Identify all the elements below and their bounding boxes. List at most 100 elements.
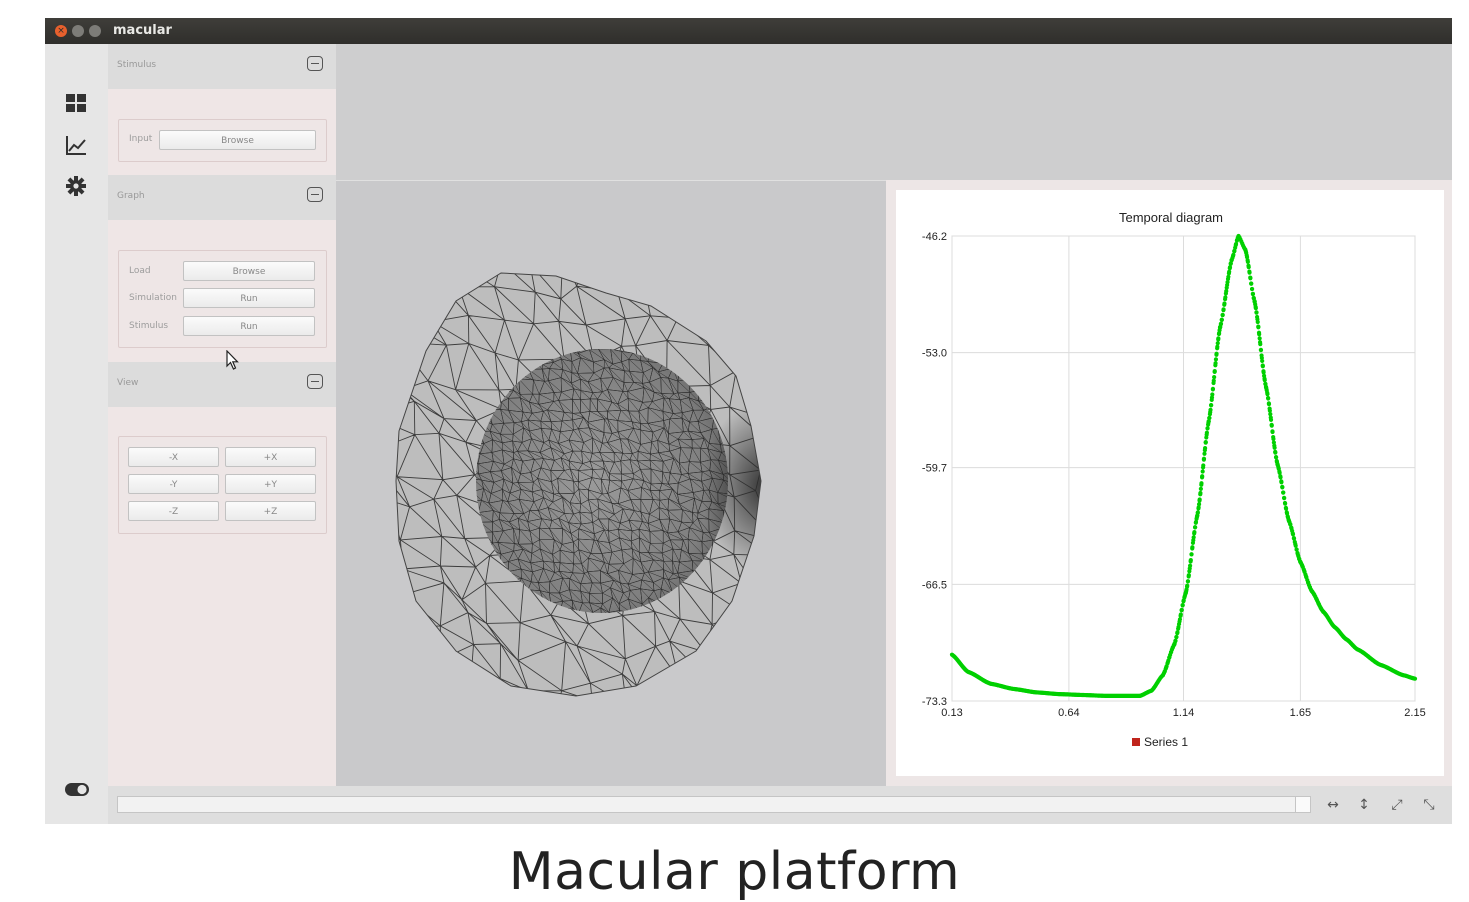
series-point <box>1185 579 1191 584</box>
x-tick-label: 0.64 <box>1058 707 1079 719</box>
series-point <box>1249 286 1255 292</box>
gear-icon[interactable] <box>65 175 87 197</box>
y-tick-label: -59.7 <box>922 463 947 475</box>
series-point <box>1312 592 1317 597</box>
series-point <box>1164 665 1169 670</box>
series-point <box>1202 451 1207 456</box>
graph-section-header[interactable]: Graph <box>108 175 336 220</box>
vertical-arrows-icon[interactable]: ↕ <box>1354 795 1374 815</box>
legend-marker <box>1132 738 1140 746</box>
series-point <box>1198 492 1203 497</box>
graph-collapse-icon[interactable] <box>307 187 323 202</box>
line-chart-icon[interactable] <box>65 134 87 156</box>
series-point <box>1230 254 1236 259</box>
view-section-header[interactable]: View <box>108 362 336 407</box>
series-point <box>1258 347 1264 352</box>
series-point <box>1250 291 1255 296</box>
series-point <box>1247 270 1252 275</box>
window-maximize-button[interactable] <box>89 25 101 37</box>
series-point <box>1278 474 1283 479</box>
progress-bar <box>117 796 1311 813</box>
stimulus-collapse-icon[interactable] <box>307 56 323 71</box>
dashboard-grid-icon[interactable] <box>65 92 87 114</box>
view-minus-z-button[interactable]: -Z <box>128 501 219 521</box>
series-point <box>1244 255 1250 260</box>
series-point <box>1273 454 1279 460</box>
load-browse-button[interactable]: Browse <box>183 261 315 281</box>
series-point <box>1226 274 1231 279</box>
y-tick-label: -46.2 <box>922 231 947 243</box>
series-point <box>1233 243 1238 248</box>
series-point <box>1272 445 1277 450</box>
series-point <box>1186 574 1191 579</box>
series-point <box>1260 364 1265 369</box>
expand-icon[interactable]: ⤢ <box>1387 795 1407 815</box>
mouse-cursor-icon <box>226 350 239 370</box>
series-point <box>1255 319 1260 325</box>
view-section-title: View <box>117 378 139 388</box>
series-point <box>1210 392 1215 397</box>
series-point <box>1225 280 1230 285</box>
chart-title: Temporal diagram <box>1119 210 1223 225</box>
retina-mesh-render[interactable] <box>336 181 886 787</box>
toggle-switch-icon[interactable] <box>64 778 90 800</box>
series-point <box>1168 650 1174 655</box>
view-minus-x-button[interactable]: -X <box>128 447 219 467</box>
stimulus-run-button[interactable]: Run <box>183 316 315 336</box>
series-point <box>1248 276 1253 281</box>
series-point <box>1212 369 1217 374</box>
stimulus-group: Input Browse <box>118 119 327 162</box>
app-window: × macular Stimulus Input Browse Graph Lo… <box>45 18 1452 824</box>
stimulus-section-title: Stimulus <box>117 60 157 70</box>
x-tick-label: 1.65 <box>1290 707 1311 719</box>
series-point <box>1216 336 1221 341</box>
window-minimize-button[interactable] <box>72 25 84 37</box>
series-point <box>1260 358 1265 364</box>
horizontal-arrows-icon[interactable]: ↔ <box>1323 795 1343 815</box>
series-point <box>1167 655 1172 660</box>
series-point <box>1227 265 1233 270</box>
view-collapse-icon[interactable] <box>307 374 323 389</box>
series-point <box>1196 506 1201 511</box>
slide-caption: Macular platform <box>508 842 961 902</box>
view-plus-y-button[interactable]: +Y <box>225 474 316 494</box>
series-point <box>1288 522 1293 527</box>
simulation-label: Simulation <box>129 293 177 303</box>
view-plus-x-button[interactable]: +X <box>225 447 316 467</box>
series-point <box>1193 525 1198 530</box>
window-close-button[interactable]: × <box>55 25 67 37</box>
series-point <box>1210 386 1216 391</box>
simulation-run-button[interactable]: Run <box>183 288 315 308</box>
series-point <box>1283 501 1288 506</box>
series-point <box>1213 357 1219 362</box>
series-point <box>1212 375 1217 380</box>
graph-group: Load Browse Simulation Run Stimulus Run <box>118 250 327 348</box>
collapse-icon[interactable]: ⤡ <box>1419 795 1439 815</box>
stimulus-section-header[interactable]: Stimulus <box>108 44 336 89</box>
series-point <box>1221 308 1226 313</box>
series-point <box>1314 596 1319 602</box>
series-point <box>1213 363 1218 368</box>
series-point <box>1165 660 1170 665</box>
series-point <box>1209 402 1214 408</box>
view-plus-z-button[interactable]: +Z <box>225 501 316 521</box>
series-point <box>1174 634 1179 640</box>
series-point <box>1204 430 1209 435</box>
series-point <box>1271 440 1276 445</box>
series-point <box>1189 552 1194 557</box>
view-minus-y-button[interactable]: -Y <box>128 474 219 494</box>
series-point <box>1220 313 1225 318</box>
input-browse-button[interactable]: Browse <box>159 130 316 150</box>
mesh-3d-viewport[interactable] <box>336 180 886 787</box>
series-point <box>1175 630 1180 635</box>
series-point <box>1300 563 1305 568</box>
series-point <box>1289 526 1294 531</box>
y-tick-label: -53.0 <box>922 348 947 360</box>
series-point <box>1196 502 1202 507</box>
series-point <box>1267 406 1272 411</box>
series-point <box>1197 497 1202 502</box>
series-point <box>1280 484 1285 489</box>
series-point <box>1257 336 1262 341</box>
series-point <box>1282 496 1287 501</box>
series-point <box>1254 310 1259 315</box>
